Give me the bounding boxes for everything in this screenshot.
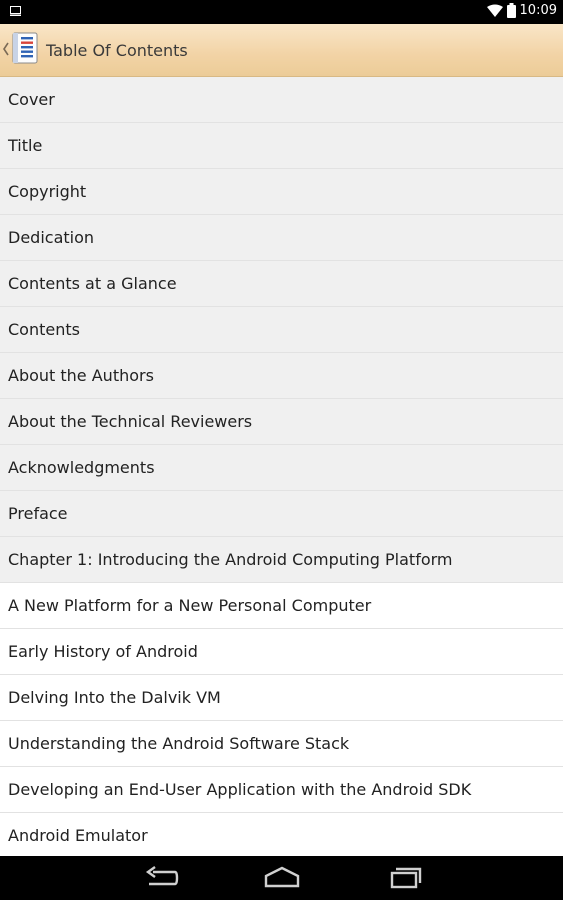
toc-item[interactable]: Delving Into the Dalvik VM: [0, 675, 563, 721]
status-bar: 10:09: [0, 0, 563, 24]
toc-item[interactable]: Contents: [0, 307, 563, 353]
toc-item[interactable]: Android Emulator: [0, 813, 563, 856]
up-navigation-icon[interactable]: [3, 42, 9, 56]
navigation-bar: [0, 856, 563, 900]
wifi-icon: [486, 4, 503, 17]
toc-item[interactable]: About the Technical Reviewers: [0, 399, 563, 445]
toc-item[interactable]: Copyright: [0, 169, 563, 215]
toc-item[interactable]: Acknowledgments: [0, 445, 563, 491]
status-icons: 10:09: [486, 3, 557, 18]
back-icon[interactable]: [141, 864, 181, 892]
toc-item[interactable]: Early History of Android: [0, 629, 563, 675]
action-bar: Table Of Contents: [0, 24, 563, 77]
toc-item[interactable]: Developing an End-User Application with …: [0, 767, 563, 813]
toc-item[interactable]: Preface: [0, 491, 563, 537]
toc-item[interactable]: About the Authors: [0, 353, 563, 399]
recent-apps-icon[interactable]: [383, 864, 423, 892]
toc-item[interactable]: Cover: [0, 77, 563, 123]
clock: 10:09: [519, 3, 557, 18]
toc-item[interactable]: Chapter 1: Introducing the Android Compu…: [0, 537, 563, 583]
home-icon[interactable]: [262, 864, 302, 892]
toc-item[interactable]: Understanding the Android Software Stack: [0, 721, 563, 767]
toc-item[interactable]: Title: [0, 123, 563, 169]
battery-icon: [506, 3, 516, 18]
screen-icon: [10, 6, 21, 16]
page-title: Table Of Contents: [46, 41, 188, 60]
book-icon[interactable]: [10, 32, 40, 64]
toc-item[interactable]: Contents at a Glance: [0, 261, 563, 307]
toc-item[interactable]: A New Platform for a New Personal Comput…: [0, 583, 563, 629]
toc-item[interactable]: Dedication: [0, 215, 563, 261]
toc-list: Cover Title Copyright Dedication Contents at…: [0, 77, 563, 856]
